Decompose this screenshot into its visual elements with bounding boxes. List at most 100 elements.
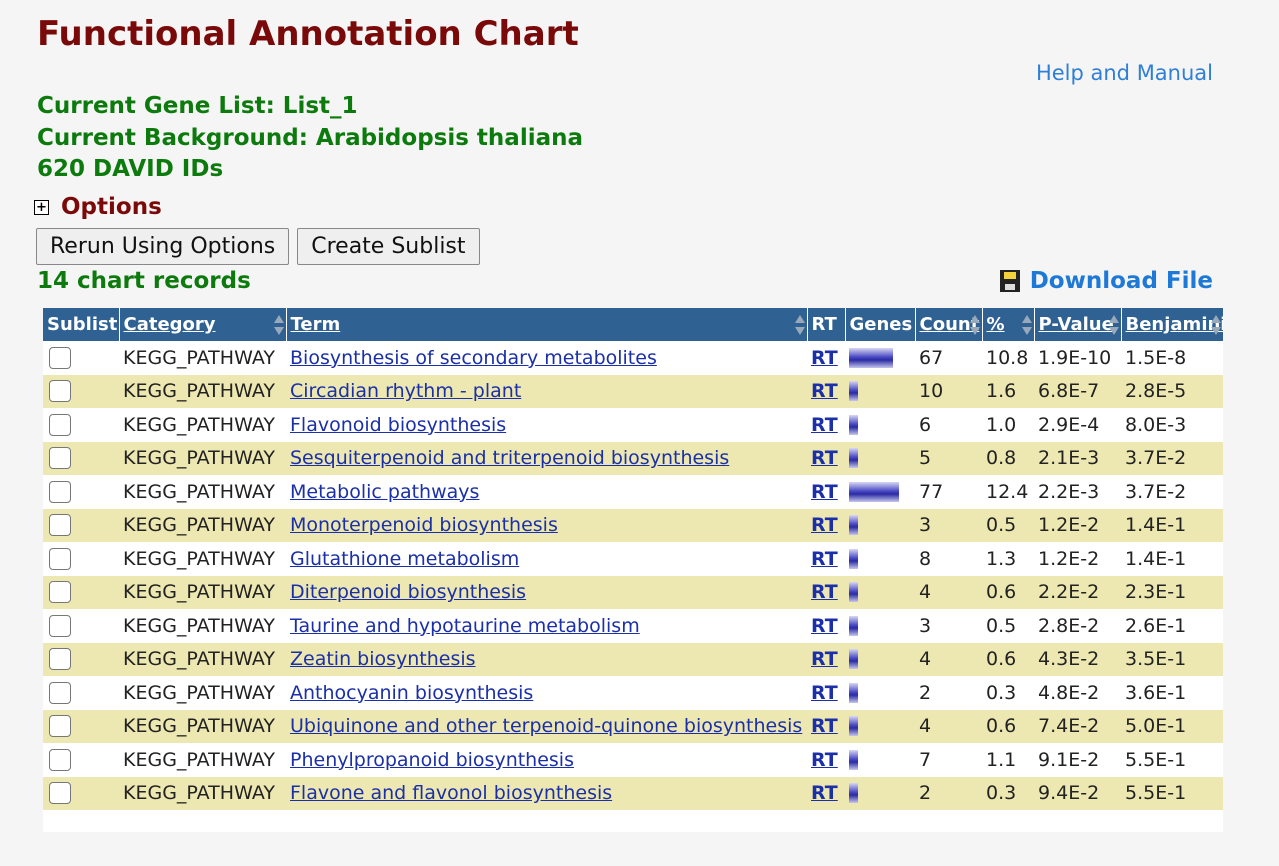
sort-benjamini-link[interactable]: Benjamini (1126, 314, 1224, 335)
term-link[interactable]: Phenylpropanoid biosynthesis (290, 749, 574, 771)
genes-cell (845, 374, 915, 408)
term-link[interactable]: Ubiquinone and other terpenoid-quinone b… (290, 715, 802, 737)
term-cell: Sesquiterpenoid and triterpenoid biosynt… (286, 441, 807, 475)
sublist-checkbox[interactable] (49, 748, 71, 771)
genes-bar-link[interactable] (849, 615, 858, 636)
term-link[interactable]: Biosynthesis of secondary metabolites (290, 347, 657, 369)
genes-cell (845, 676, 915, 710)
rt-link[interactable]: RT (811, 380, 838, 402)
create-sublist-button[interactable]: Create Sublist (297, 228, 480, 265)
sort-term-link[interactable]: Term (291, 314, 341, 335)
rt-link[interactable]: RT (811, 447, 838, 469)
sublist-checkbox[interactable] (49, 346, 71, 369)
genes-bar-link[interactable] (849, 548, 858, 569)
header-term[interactable]: Term (285, 308, 807, 341)
term-link[interactable]: Monoterpenoid biosynthesis (290, 514, 558, 536)
table-row: KEGG_PATHWAY Ubiquinone and other terpeno… (43, 709, 1223, 743)
rerun-options-button[interactable]: Rerun Using Options (36, 228, 290, 265)
download-file-link[interactable]: Download File (999, 268, 1213, 294)
genes-bar-link[interactable] (849, 414, 858, 435)
rt-link[interactable]: RT (811, 481, 838, 503)
rt-link[interactable]: RT (811, 749, 838, 771)
category-cell: KEGG_PATHWAY (119, 776, 286, 810)
header-count[interactable]: Count (914, 308, 982, 341)
genes-cell (845, 475, 915, 509)
genes-bar-link[interactable] (849, 448, 858, 469)
sublist-checkbox[interactable] (49, 681, 71, 704)
sublist-checkbox[interactable] (49, 581, 71, 604)
sort-arrows-icon[interactable] (969, 315, 980, 335)
sublist-checkbox[interactable] (49, 782, 71, 805)
rt-link[interactable]: RT (811, 581, 838, 603)
sublist-checkbox[interactable] (49, 413, 71, 436)
sublist-checkbox[interactable] (49, 480, 71, 503)
header-pvalue[interactable]: P-Value (1033, 308, 1121, 341)
sublist-checkbox[interactable] (49, 715, 71, 738)
category-cell: KEGG_PATHWAY (119, 743, 286, 777)
rt-link[interactable]: RT (811, 615, 838, 637)
sort-arrows-icon[interactable] (794, 315, 805, 335)
sublist-checkbox[interactable] (49, 648, 71, 671)
genes-bar-link[interactable] (849, 481, 899, 502)
rt-link[interactable]: RT (811, 682, 838, 704)
sublist-checkbox[interactable] (49, 614, 71, 637)
rt-link[interactable]: RT (811, 414, 838, 436)
term-cell: Flavonoid biosynthesis (286, 408, 807, 442)
benjamini-cell: 1.4E-1 (1121, 542, 1223, 576)
term-link[interactable]: Flavone and flavonol biosynthesis (290, 782, 612, 804)
sort-arrows-icon[interactable] (273, 315, 284, 335)
rt-link[interactable]: RT (811, 548, 838, 570)
rt-link[interactable]: RT (811, 648, 838, 670)
term-link[interactable]: Taurine and hypotaurine metabolism (290, 615, 640, 637)
sort-arrows-icon[interactable] (1211, 315, 1221, 335)
term-link[interactable]: Sesquiterpenoid and triterpenoid biosynt… (290, 447, 729, 469)
genes-bar-link[interactable] (849, 783, 858, 804)
pvalue-cell: 2.2E-2 (1034, 575, 1121, 609)
term-link[interactable]: Metabolic pathways (290, 481, 479, 503)
percent-cell: 0.6 (982, 709, 1034, 743)
term-link[interactable]: Glutathione metabolism (290, 548, 519, 570)
sort-arrows-icon[interactable] (1108, 315, 1119, 335)
table-header-row: Sublist Category Term RT Genes Count % P… (43, 308, 1223, 341)
pvalue-cell: 1.2E-2 (1034, 508, 1121, 542)
term-link[interactable]: Diterpenoid biosynthesis (290, 581, 526, 603)
term-link[interactable]: Flavonoid biosynthesis (290, 414, 506, 436)
genes-bar-link[interactable] (849, 582, 858, 603)
sublist-checkbox[interactable] (49, 514, 71, 537)
rt-link[interactable]: RT (811, 782, 838, 804)
rt-link[interactable]: RT (811, 347, 838, 369)
help-manual-link[interactable]: Help and Manual (1036, 61, 1213, 85)
header-genes: Genes (844, 308, 915, 341)
header-category[interactable]: Category (118, 308, 286, 341)
sort-category-link[interactable]: Category (124, 314, 216, 335)
rt-link[interactable]: RT (811, 514, 838, 536)
term-link[interactable]: Circadian rhythm - plant (290, 380, 521, 402)
term-link[interactable]: Anthocyanin biosynthesis (290, 682, 533, 704)
genes-bar-link[interactable] (849, 682, 858, 703)
genes-bar-link[interactable] (849, 749, 858, 770)
header-benjamini[interactable]: Benjamini (1120, 308, 1224, 341)
sublist-checkbox[interactable] (49, 447, 71, 470)
genes-bar-link[interactable] (849, 515, 858, 536)
header-percent[interactable]: % (981, 308, 1034, 341)
sort-arrows-icon[interactable] (1021, 315, 1032, 335)
sublist-cell (43, 575, 119, 609)
count-cell: 4 (915, 575, 982, 609)
genes-cell (845, 441, 915, 475)
genes-cell (845, 642, 915, 676)
genes-cell (845, 709, 915, 743)
genes-bar-link[interactable] (849, 649, 858, 670)
rt-link[interactable]: RT (811, 715, 838, 737)
header-sublist: Sublist (43, 308, 119, 341)
sublist-checkbox[interactable] (49, 380, 71, 403)
percent-cell: 0.5 (982, 508, 1034, 542)
options-toggle[interactable]: + Options (34, 194, 162, 220)
term-link[interactable]: Zeatin biosynthesis (290, 648, 476, 670)
genes-bar-link[interactable] (849, 381, 858, 402)
expand-plus-icon[interactable]: + (34, 199, 49, 215)
sort-percent-link[interactable]: % (987, 314, 1005, 335)
genes-bar-link[interactable] (849, 347, 893, 368)
sublist-checkbox[interactable] (49, 547, 71, 570)
genes-bar-link[interactable] (849, 716, 858, 737)
sort-pvalue-link[interactable]: P-Value (1039, 314, 1114, 335)
